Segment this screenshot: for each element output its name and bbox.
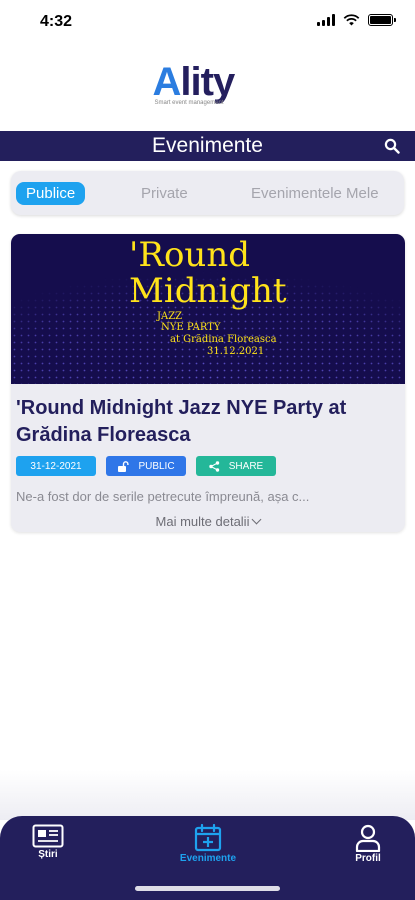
segment-control: Publice Private Evenimentele Mele [11, 171, 404, 215]
poster-line-venue: at Grădina Floreasca [170, 334, 277, 345]
share-button[interactable]: SHARE [196, 456, 276, 476]
calendar-plus-icon [194, 824, 222, 852]
event-poster[interactable]: 'Round Midnight JAZZ NYE PARTY at Grădin… [11, 234, 405, 384]
chevron-down-icon [252, 514, 262, 525]
poster-title-line2: Midnight [129, 271, 287, 311]
tabbar-shadow [0, 770, 415, 820]
poster-title-line1: 'Round [129, 235, 250, 275]
status-icons [317, 14, 396, 26]
tab-evenimente[interactable]: Evenimente [177, 824, 239, 864]
tab-profil[interactable]: Profil [348, 824, 388, 864]
app-logo: Ality Smart event management [0, 60, 415, 114]
newspaper-icon [32, 824, 64, 848]
event-excerpt: Ne-a fost dor de serile petrecute împreu… [16, 489, 310, 504]
logo-wordmark: Ality [152, 60, 236, 104]
poster-line-nye: NYE PARTY [161, 322, 221, 333]
home-indicator [135, 886, 280, 891]
tab-profil-label: Profil [355, 853, 381, 864]
segment-publice[interactable]: Publice [16, 181, 86, 205]
public-badge: PUBLIC [106, 456, 186, 476]
battery-icon [368, 14, 396, 26]
logo-tagline: Smart event management [154, 100, 224, 106]
tab-stiri-label: Știri [38, 849, 58, 860]
more-details-button[interactable]: Mai multe detalii [11, 514, 405, 529]
event-badges: 31-12-2021 PUBLIC SHARE [16, 456, 276, 476]
poster-line-jazz: JAZZ [157, 311, 183, 322]
status-bar: 4:32 [0, 0, 415, 44]
header-bar: Evenimente [0, 131, 415, 161]
wifi-icon [343, 14, 360, 26]
event-title[interactable]: 'Round Midnight Jazz NYE Party at Grădin… [16, 395, 396, 449]
tab-evenimente-label: Evenimente [179, 853, 237, 864]
date-badge: 31-12-2021 [16, 456, 96, 476]
status-time: 4:32 [40, 13, 73, 30]
segment-evenimentele-mele[interactable]: Evenimentele Mele [241, 182, 389, 205]
segment-private[interactable]: Private [131, 182, 198, 205]
page-title: Evenimente [152, 134, 263, 157]
poster-line-date: 31.12.2021 [207, 346, 265, 357]
signal-icon [317, 14, 335, 26]
user-icon [355, 824, 381, 852]
search-icon[interactable] [384, 138, 400, 154]
event-card[interactable]: 'Round Midnight JAZZ NYE PARTY at Grădin… [11, 234, 405, 532]
unlock-icon [118, 460, 130, 472]
tab-stiri[interactable]: Știri [28, 824, 68, 860]
share-icon [209, 460, 219, 472]
